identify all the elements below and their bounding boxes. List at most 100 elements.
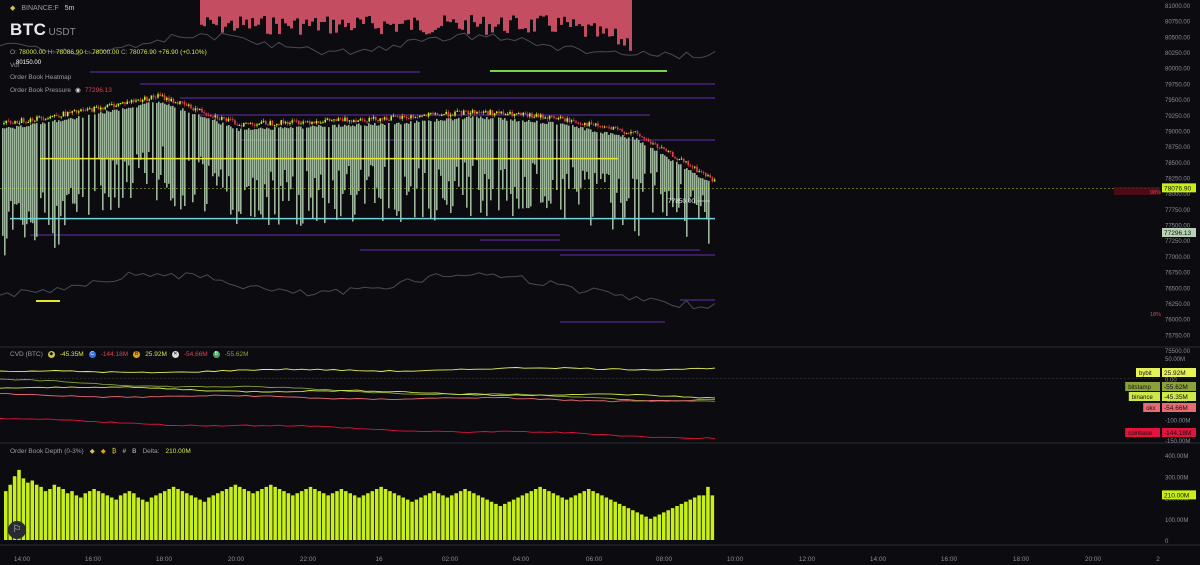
pressure-band-bar	[122, 108, 124, 198]
depth-bar	[551, 493, 556, 540]
top-heat-bar	[398, 0, 401, 25]
pressure-band-bar	[510, 119, 512, 194]
pressure-band-bar	[56, 122, 58, 206]
cvd-axis-tick: 50.00M	[1165, 357, 1185, 363]
pressure-band-bar	[450, 118, 452, 214]
depth-bar	[127, 491, 132, 540]
candle-body	[518, 113, 520, 115]
candle-body	[586, 122, 588, 127]
candle-body	[683, 158, 685, 162]
top-heat-bar	[296, 0, 299, 19]
depth-bar	[105, 495, 110, 540]
candle-body	[452, 114, 454, 116]
pressure-band-bar	[152, 102, 154, 173]
depth-bar	[123, 493, 127, 540]
candle-body	[454, 111, 456, 116]
top-heat-bar	[227, 0, 230, 24]
pressure-band-bar	[206, 118, 208, 205]
depth-bar	[313, 489, 317, 540]
pressure-band-bar	[470, 117, 472, 217]
top-heat-bar	[611, 0, 614, 37]
candle-body	[597, 123, 599, 127]
candle-body	[157, 94, 159, 98]
depth-bar	[706, 486, 710, 540]
candle-body	[397, 116, 399, 118]
cvd-legend[interactable]: CVD (BTC) ◆ -45.35M C -144.18M B 25.92M …	[10, 351, 249, 358]
top-heat-bar	[284, 0, 287, 24]
pressure-band-bar	[586, 128, 588, 172]
candle-body	[221, 117, 223, 120]
candle-body	[315, 121, 318, 124]
pressure-band-bar	[588, 128, 590, 180]
pressure-band-bar	[572, 125, 574, 168]
candle-body	[5, 120, 7, 124]
candle-body	[621, 129, 623, 132]
candle-body	[685, 161, 687, 163]
pressure-band-bar	[244, 129, 246, 191]
pressure-band-bar	[652, 148, 654, 213]
depth-bar	[34, 484, 39, 540]
depth-bar	[662, 512, 666, 540]
indicator-vol[interactable]: Vol	[10, 62, 19, 69]
indicator-pressure[interactable]: Order Book Pressure ◉ 77296.13	[10, 86, 112, 95]
pressure-band-bar	[306, 127, 308, 172]
pressure-band-bar	[684, 168, 686, 222]
depth-bar	[525, 493, 529, 540]
pressure-band-bar	[624, 137, 626, 218]
pressure-band-bar	[556, 124, 558, 191]
bitstamp-icon: B	[132, 447, 137, 455]
candle-body	[190, 104, 192, 109]
app-logo-icon[interactable]: ⚐	[8, 521, 26, 539]
candle-body	[357, 120, 359, 122]
pressure-band-bar	[656, 150, 658, 173]
candle-body	[38, 116, 40, 118]
trading-chart-canvas[interactable]: 77850.00 81000.00 80750.00 80500.00 80250.00…	[0, 0, 1200, 565]
candle-body	[289, 122, 291, 125]
pressure-band-bar	[258, 128, 260, 211]
pressure-band-bar	[302, 128, 304, 224]
candle-body	[614, 127, 617, 129]
depth-bar	[4, 491, 8, 540]
candle-body	[663, 147, 665, 150]
candle-body	[196, 108, 199, 111]
time-axis-tick: 04:00	[513, 556, 530, 563]
candle-body	[443, 114, 445, 116]
candle-body	[152, 95, 155, 98]
pressure-band-bar	[76, 118, 78, 212]
interval-label[interactable]: 5m	[65, 5, 75, 12]
candle-body	[31, 118, 34, 121]
candle-body	[262, 120, 265, 122]
depth-bar	[149, 497, 154, 540]
top-heat-bar	[311, 0, 314, 22]
candle-body	[601, 126, 604, 128]
candle-body	[344, 117, 346, 122]
candle-body	[339, 118, 342, 120]
pressure-band-bar	[352, 125, 354, 222]
price-axis-tick: 80750.00	[1165, 20, 1191, 26]
depth-bar	[87, 491, 92, 540]
candle-body	[20, 118, 23, 124]
cvd-tag-name: coinbase	[1128, 431, 1153, 437]
candle-body	[350, 120, 353, 123]
indicator-heatmap[interactable]: Order Book Heatmap	[10, 74, 71, 81]
pressure-band-bar	[316, 126, 318, 221]
candle-body	[64, 111, 67, 117]
candle-body	[665, 149, 667, 152]
candle-body	[348, 120, 351, 122]
depth-bar	[56, 486, 61, 540]
candle-body	[608, 127, 610, 129]
depth-bar	[238, 486, 242, 540]
candle-body	[564, 118, 566, 122]
candle-body	[71, 111, 73, 113]
cvd-line-okx	[0, 392, 715, 403]
candle-body	[562, 116, 564, 119]
depth-bar	[52, 484, 57, 540]
pressure-band-bar	[620, 136, 622, 203]
candle-body	[639, 133, 641, 137]
top-heat-bar	[203, 0, 206, 27]
binance-logo-icon: ◆	[10, 5, 16, 12]
top-heat-bar	[278, 0, 281, 35]
pressure-band-bar	[702, 178, 704, 196]
depth-legend[interactable]: Order Book Depth (0-3%) ◆ ◆ ₿ # B Delta:…	[10, 447, 191, 456]
candle-body	[333, 119, 335, 121]
